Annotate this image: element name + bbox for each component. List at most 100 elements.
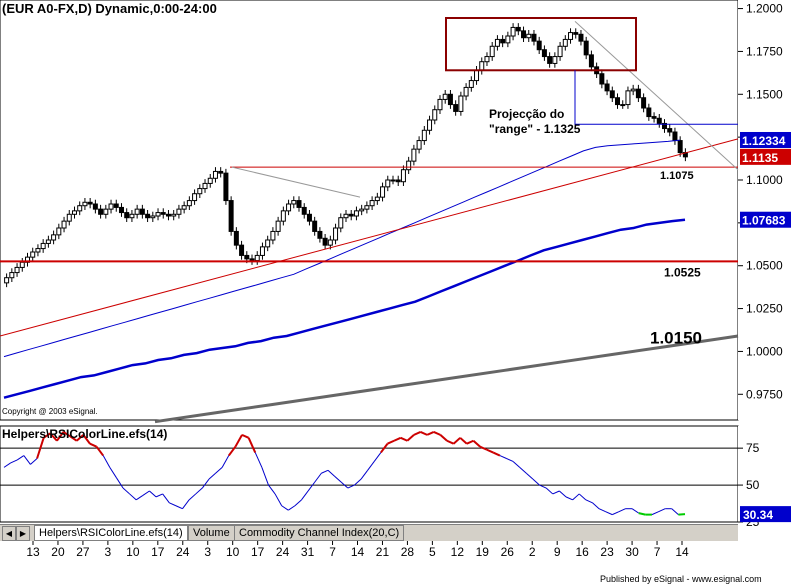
candle-body [155,212,161,217]
candle-body [124,212,130,219]
candle-body [395,179,401,183]
x-tick-label: 9 [554,545,561,559]
candle-body [197,188,203,195]
candle-body [61,220,67,229]
candle-body [453,104,459,112]
price-tick-label: 1.1000 [746,173,783,187]
candle-body [338,217,344,229]
candle-body [364,205,370,210]
candle-body [286,203,292,212]
candle-body [583,40,589,56]
candle-body [66,213,72,222]
candle-body [646,107,652,118]
price-tick-label: 1.1500 [746,87,783,101]
candle-body [212,170,218,179]
x-tick-label: 26 [501,545,515,559]
candle-body [400,169,406,183]
tab-scroll-right-button[interactable]: ▶ [16,526,30,541]
x-tick-label: 7 [329,545,336,559]
rsi-badge-label: 30.34 [743,508,773,522]
x-tick-label: 24 [176,545,190,559]
tab-scroll-left-button[interactable]: ◀ [2,526,16,541]
tab-strip: ◀ ▶ Helpers\RSIColorLine.efs(14) Volume … [0,524,738,541]
candle-body [442,93,448,100]
price-badge-label: 1.1135 [742,151,778,165]
x-tick-label: 20 [51,545,65,559]
candle-body [458,95,464,112]
candle-body [92,203,98,210]
candle-body [35,248,41,253]
candle-body [374,196,380,202]
candle-body [416,140,422,150]
candle-body [207,177,213,184]
candle-body [677,140,683,154]
candle-body [129,213,135,219]
x-tick-label: 27 [76,545,90,559]
tab-volume[interactable]: Volume [188,525,235,541]
candle-body [625,90,631,106]
x-tick-label: 3 [105,545,112,559]
candle-body [223,172,229,202]
candle-body [186,200,192,207]
x-tick-label: 23 [600,545,614,559]
candle-body [82,201,88,207]
price-tick-label: 1.0500 [746,259,783,273]
rsi-title: Helpers\RSIColorLine.efs(14) [2,427,168,441]
candle-body [165,213,171,217]
candle-body [51,234,57,241]
rsi-tick-label: 75 [746,441,760,455]
candle-body [218,170,224,174]
candle-body [108,203,114,210]
candle-body [296,200,302,208]
candle-body [176,208,182,215]
candle-body [672,131,678,142]
candle-body [489,45,495,58]
candle-body [573,32,579,35]
x-tick-label: 21 [376,545,390,559]
candle-body [474,69,480,82]
x-tick-label: 17 [251,545,265,559]
candle-body [333,227,339,241]
candle-body [390,179,396,182]
candle-body [385,179,391,188]
candle-body [270,230,276,241]
candle-body [4,277,10,284]
price-badge-label: 1.07683 [742,214,786,228]
candle-body [353,210,359,217]
price-tick-label: 1.1750 [746,44,783,58]
candle-body [327,239,333,246]
candle-body [233,230,239,246]
tab-rsi[interactable]: Helpers\RSIColorLine.efs(14) [34,525,188,541]
x-tick-label: 3 [204,545,211,559]
candle-body [9,272,15,279]
level-label: 1.0150 [650,329,702,348]
x-tick-label: 16 [575,545,589,559]
candle-body [547,56,553,64]
candle-body [479,61,485,71]
x-tick-label: 28 [401,545,415,559]
candle-body [437,98,443,111]
level-label: 1.1075 [660,170,694,182]
candle-body [160,212,166,215]
candle-body [87,201,93,205]
candle-body [301,206,307,215]
chart-canvas: 1.20001.17501.15001.12501.10001.07501.05… [0,0,791,559]
copyright-label: Copyright @ 2003 eSignal. [2,407,98,416]
candle-body [30,251,36,258]
candle-body [604,83,610,92]
candle-body [615,97,621,106]
candle-body [259,246,265,256]
price-tick-label: 0.9750 [746,387,783,401]
candle-body [312,220,318,232]
x-tick-label: 14 [351,545,365,559]
candle-body [578,33,584,42]
x-tick-label: 19 [476,545,490,559]
price-tick-label: 1.0250 [746,302,783,316]
candle-body [421,129,427,142]
candle-body [552,56,558,64]
tab-cci[interactable]: Commodity Channel Index(20,C) [234,525,405,541]
candle-body [249,258,255,262]
candle-body [171,213,177,217]
price-tick-label: 1.0000 [746,344,783,358]
annotation-line-1: Projecção do [489,107,565,121]
